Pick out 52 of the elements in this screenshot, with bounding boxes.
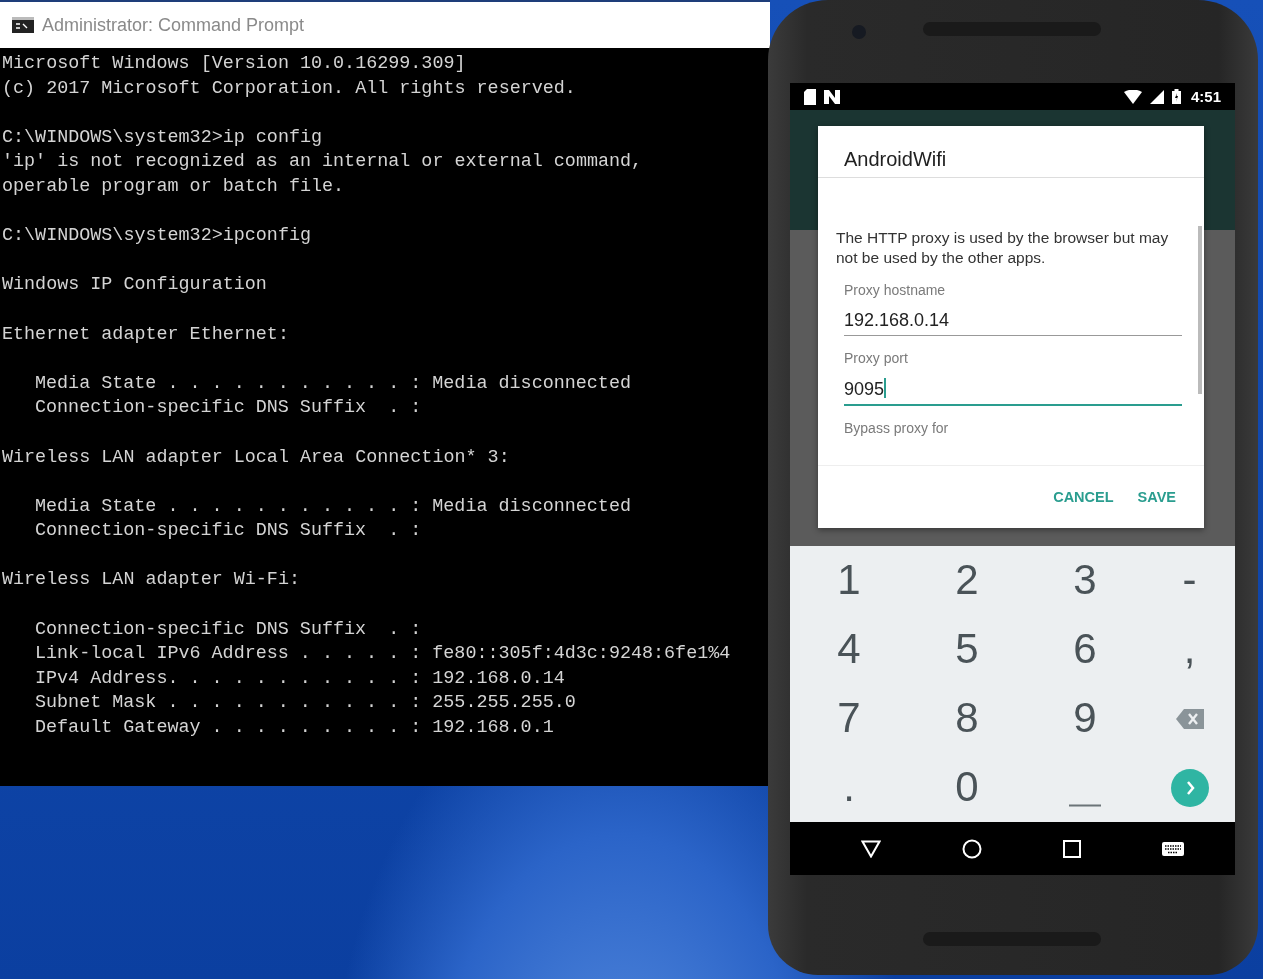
console-line: C:\WINDOWS\system32>ipconfig (2, 224, 312, 249)
console-line: (c) 2017 Microsoft Corporation. All rights reserved. (2, 76, 577, 101)
console-line: Ethernet adapter Ethernet: (2, 322, 290, 347)
battery-icon (1171, 89, 1181, 104)
text-field[interactable]: 9095 (844, 378, 1182, 406)
keypad-key[interactable]: 7 (831, 695, 867, 742)
keypad-key[interactable]: 2 (949, 557, 985, 604)
console-line: operable program or batch file. (2, 174, 346, 199)
dialog-message: The HTTP proxy is used by the browser but may not be used by the other apps. (836, 228, 1170, 268)
home-icon[interactable] (961, 838, 982, 859)
terminal-icon (12, 17, 34, 33)
field-label: Bypass proxy for (844, 420, 950, 436)
keypad-key[interactable]: 4 (831, 626, 867, 673)
keypad-key[interactable]: 3 (1067, 557, 1103, 604)
keypad-key[interactable]: , (1177, 626, 1202, 673)
console-line: Media State . . . . . . . . . . . : Media disconnected (35, 371, 632, 396)
back-icon[interactable] (860, 839, 881, 858)
status-time: 4:51 (1190, 88, 1221, 105)
signal-icon (1149, 89, 1164, 104)
keypad-key[interactable]: - (1176, 557, 1203, 604)
window-title: Administrator: Command Prompt (42, 14, 305, 36)
field-label: Proxy hostname (844, 282, 947, 298)
keypad-key[interactable]: . (837, 764, 861, 811)
keypad-key[interactable]: 1 (831, 557, 867, 604)
console-line: Link-local IPv6 Address . . . . . : fe80::305f:4d3c:9248:6fe1%4 (35, 642, 732, 667)
dialog-title: AndroidWifi (818, 126, 1204, 178)
console-line: Wireless LAN adapter Wi-Fi: (2, 568, 301, 593)
console-line: Microsoft Windows [Version 10.0.16299.309] (2, 52, 467, 76)
keypad-key[interactable]: 6 (1067, 626, 1103, 673)
console-line: Connection-specific DNS Suffix . : (35, 617, 423, 642)
console-line: IPv4 Address. . . . . . . . . . . : 192.168.0.14 (35, 666, 566, 691)
keypad-key[interactable]: 5 (949, 626, 985, 673)
keypad-key[interactable]: 8 (949, 695, 985, 742)
text-field[interactable]: 192.168.0.14 (844, 310, 1182, 336)
sd-card-icon (804, 88, 816, 105)
console-line: Default Gateway . . . . . . . . . : 192.168.0.1 (35, 716, 555, 741)
keypad-key[interactable]: 0 (949, 764, 985, 811)
field-label: Proxy port (844, 350, 909, 366)
console-line: Windows IP Configuration (2, 273, 268, 298)
console-line: Connection-specific DNS Suffix . : (35, 519, 423, 544)
console-line: Media State . . . . . . . . . . . : Media disconnected (35, 494, 632, 519)
console-line: 'ip' is not recognized as an internal or external command, (2, 150, 644, 175)
wifi-icon (1123, 89, 1142, 104)
console-line: Connection-specific DNS Suffix . : (35, 396, 423, 421)
notification-icon (824, 89, 840, 104)
keypad-key[interactable]: 9 (1067, 695, 1103, 742)
keyboard-icon[interactable] (1162, 841, 1185, 856)
backspace-icon[interactable] (1175, 708, 1204, 729)
console-line: C:\WINDOWS\system32>ip config (2, 125, 324, 150)
recents-icon[interactable] (1063, 839, 1082, 858)
console-line: Wireless LAN adapter Local Area Connection* 3: (2, 445, 511, 470)
console-line: Subnet Mask . . . . . . . . . . . : 255.255.255.0 (35, 691, 577, 716)
